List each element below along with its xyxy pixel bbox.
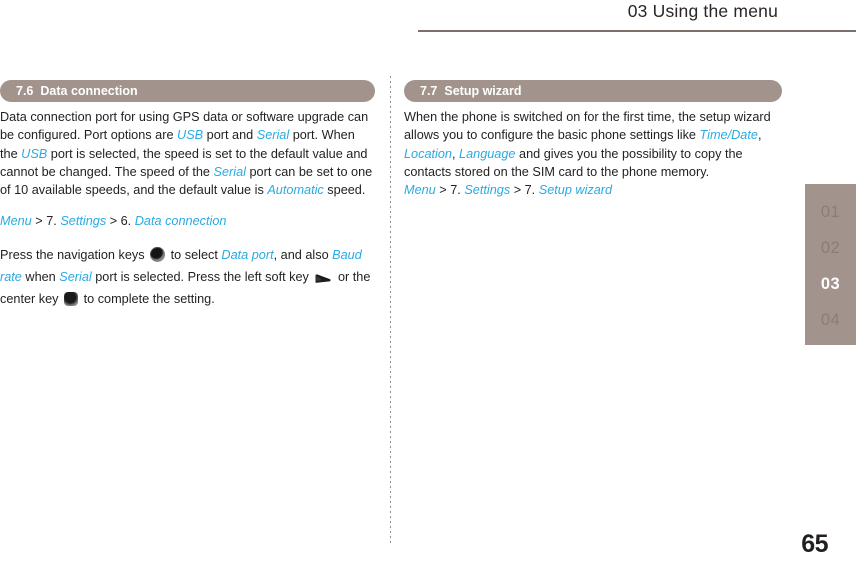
header-rule — [418, 30, 856, 32]
chapter-tab-02[interactable]: 02 — [821, 230, 840, 266]
left-column: 7.6 Data connection Data connection port… — [0, 80, 375, 310]
menu-path-leaf: Data connection — [134, 214, 227, 229]
text-run: port is selected. Press the left soft ke… — [91, 269, 313, 284]
menu-path-root: Menu — [404, 183, 436, 198]
text-run: to select — [167, 247, 222, 262]
menu-path-settings: Settings — [464, 183, 511, 198]
chapter-tab-03[interactable]: 03 — [821, 266, 840, 302]
section-number: 7.6 — [16, 84, 34, 98]
page-number: 65 — [801, 530, 828, 558]
section-header-setup-wizard: 7.7 Setup wizard — [404, 80, 782, 102]
menu-path-data-connection: Menu > 7. Settings > 6. Data connection — [0, 212, 375, 230]
navigation-key-icon — [150, 246, 166, 262]
menu-path-sep: > 6. — [106, 214, 135, 229]
paragraph-data-connection-description: Data connection port for using GPS data … — [0, 108, 375, 199]
chapter-tab-rail: 01 02 03 04 — [805, 184, 856, 345]
term-serial-2: Serial — [213, 164, 246, 179]
chapter-tab-01[interactable]: 01 — [821, 194, 840, 230]
text-run: , and also — [273, 247, 333, 262]
column-divider — [390, 76, 391, 546]
running-header: 03 Using the menu — [418, 0, 856, 33]
paragraph-data-connection-instructions: Press the navigation keys to select Data… — [0, 244, 375, 310]
right-column: 7.7 Setup wizard When the phone is switc… — [404, 80, 782, 199]
menu-path-sep: > 7. — [510, 183, 539, 198]
text-run: to complete the setting. — [80, 291, 215, 306]
section-number: 7.7 — [420, 84, 438, 98]
term-time-date: Time/Date — [699, 128, 758, 143]
term-language: Language — [459, 146, 516, 161]
left-soft-key-icon — [315, 274, 332, 283]
term-location: Location — [404, 146, 452, 161]
text-run: when — [21, 269, 60, 284]
chapter-title: 03 Using the menu — [627, 1, 778, 21]
text-run: , — [451, 146, 460, 161]
section-title: Setup wizard — [444, 84, 522, 98]
term-usb: USB — [177, 128, 204, 143]
section-header-data-connection: 7.6 Data connection — [0, 80, 375, 102]
paragraph-setup-wizard-description: When the phone is switched on for the fi… — [404, 108, 779, 181]
text-run: Press the navigation keys — [0, 247, 149, 262]
text-run: speed. — [323, 183, 366, 198]
menu-path-sep: > 7. — [435, 183, 465, 198]
menu-path-root: Menu — [0, 214, 32, 229]
chapter-tab-04[interactable]: 04 — [821, 302, 840, 338]
menu-path-sep: > 7. — [31, 214, 61, 229]
term-serial-3: Serial — [59, 269, 92, 284]
text-run: port and — [203, 128, 257, 143]
section-title: Data connection — [40, 84, 138, 98]
text-run: , — [757, 128, 762, 143]
menu-path-leaf: Setup wizard — [538, 183, 613, 198]
term-data-port: Data port — [221, 247, 274, 262]
term-usb-2: USB — [21, 146, 48, 161]
term-automatic: Automatic — [267, 183, 324, 198]
menu-path-settings: Settings — [60, 214, 107, 229]
menu-path-setup-wizard: Menu > 7. Settings > 7. Setup wizard — [404, 181, 779, 199]
center-key-icon — [64, 291, 79, 306]
term-serial: Serial — [256, 128, 290, 143]
